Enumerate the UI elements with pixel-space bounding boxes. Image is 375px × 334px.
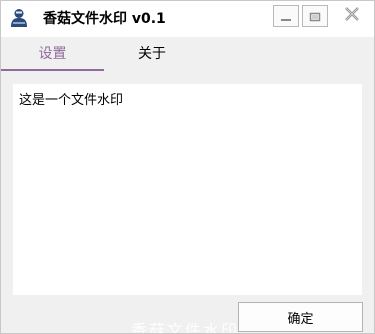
user-avatar-icon: [10, 8, 28, 28]
ok-button[interactable]: 确定: [238, 302, 363, 332]
maximize-button[interactable]: [302, 5, 328, 27]
minimize-button[interactable]: [273, 5, 299, 27]
tab-bar: 设置 关于: [1, 37, 374, 71]
settings-panel: 这是一个文件水印: [13, 84, 362, 295]
minimize-icon: [280, 7, 292, 26]
app-window: 香菇文件水印 v0.1 设置 关于 这是一个文件水印 确定 香菇文件水印: [0, 0, 375, 334]
close-button[interactable]: [338, 5, 366, 27]
content-text: 这是一个文件水印: [19, 93, 124, 108]
title-bar[interactable]: 香菇文件水印 v0.1: [1, 1, 374, 37]
window-controls: [270, 5, 366, 27]
window-title: 香菇文件水印 v0.1: [43, 11, 166, 27]
tab-about[interactable]: 关于: [104, 37, 200, 71]
maximize-icon: [309, 7, 321, 26]
tab-settings[interactable]: 设置: [1, 37, 104, 71]
close-icon: [343, 6, 361, 26]
watermark-text: 香菇文件水印: [131, 321, 240, 333]
